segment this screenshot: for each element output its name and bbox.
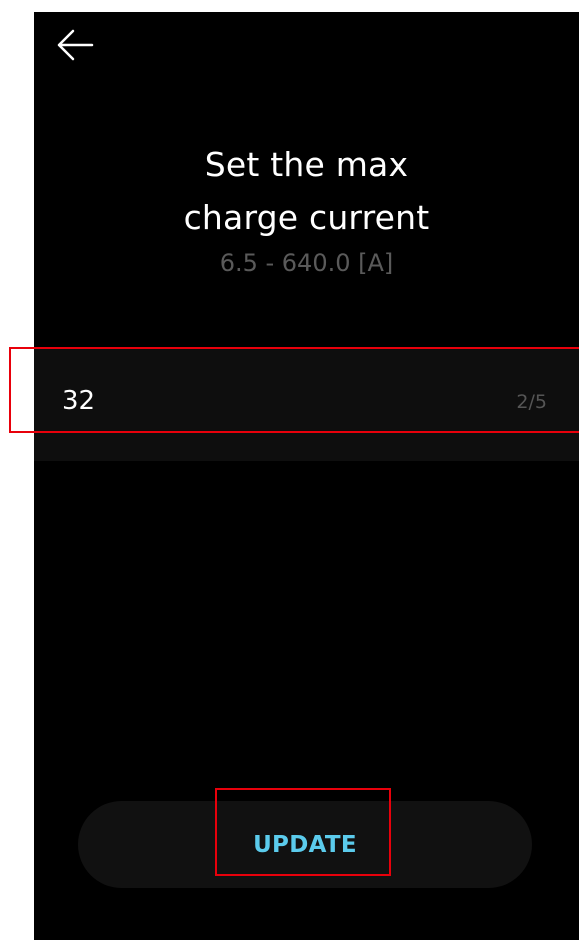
app-screen: Set the max charge current 6.5 - 640.0 [… (34, 12, 579, 940)
max-current-field[interactable]: 2/5 (34, 348, 579, 461)
character-counter: 2/5 (516, 391, 547, 413)
page-title-line-2: charge current (183, 198, 430, 237)
update-button[interactable]: UPDATE (78, 801, 532, 888)
max-current-input[interactable] (62, 385, 442, 417)
back-button[interactable] (52, 22, 98, 68)
page-title-line-1: Set the max (204, 145, 409, 184)
allowed-range-text: 6.5 - 640.0 [A] (219, 249, 394, 277)
update-button-label: UPDATE (253, 831, 357, 858)
page-title: Set the max charge current (34, 138, 579, 244)
arrow-left-icon (56, 29, 94, 61)
